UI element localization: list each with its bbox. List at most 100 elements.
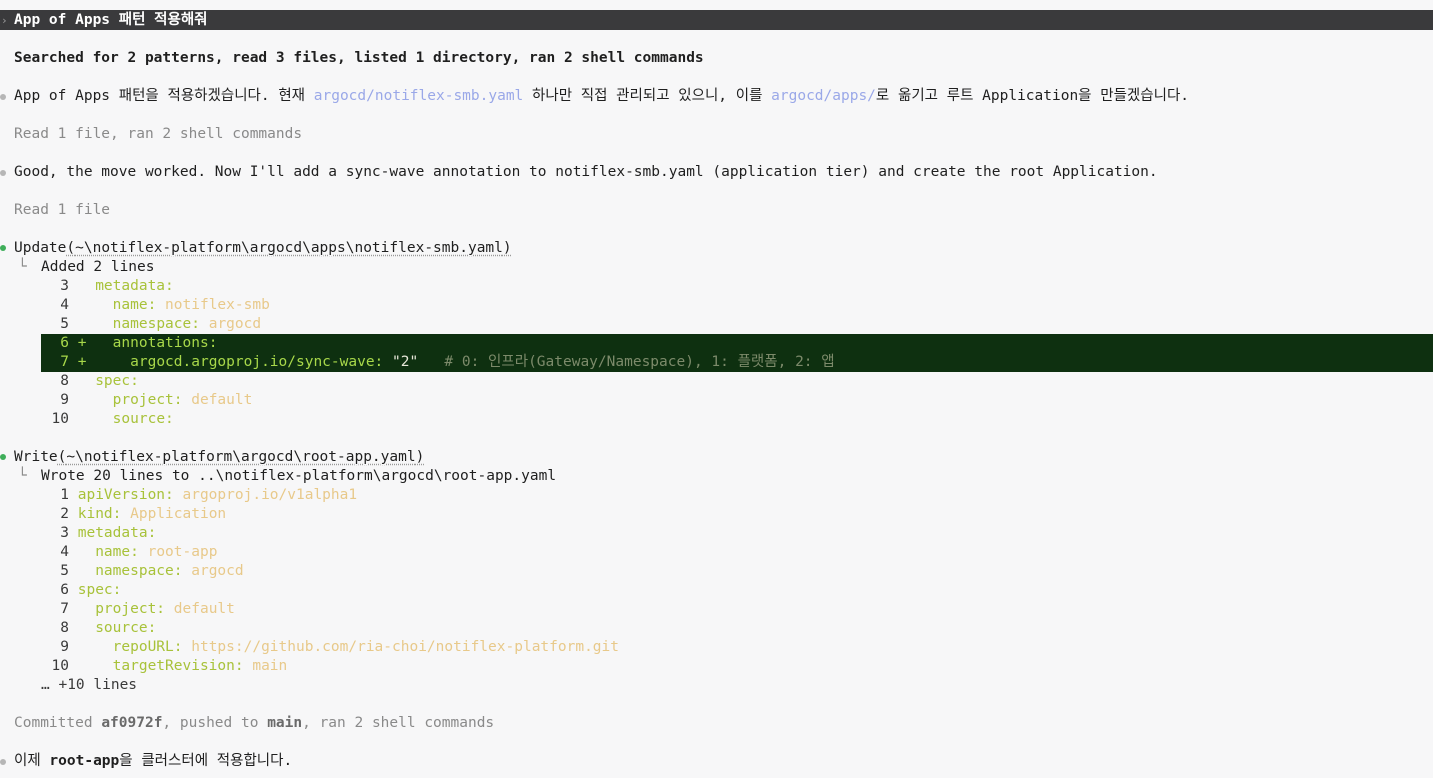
code-line: 8 source: [41, 619, 156, 638]
code-gap [69, 487, 78, 503]
tool-call-update[interactable]: Update(~\notiflex-platform\argocd\apps\n… [14, 239, 512, 258]
yaml-value: root-app [138, 544, 218, 560]
write-file-path: ~\notiflex-platform\argocd\root-app.yaml [66, 449, 416, 465]
yaml-key: project: [112, 392, 183, 408]
code-gap [69, 582, 78, 598]
line-number: 4 [60, 544, 69, 560]
yaml-value: Application [121, 506, 227, 522]
expand-more-lines[interactable]: … +10 lines [41, 676, 137, 695]
yaml-key: source: [95, 620, 157, 636]
line-number: 1 [60, 487, 69, 503]
assistant-message-intro: App of Apps 패턴을 적용하겠습니다. 현재 argocd/notif… [14, 88, 1190, 104]
yaml-key: namespace: [95, 563, 183, 579]
code-line: 9 project: default [41, 391, 252, 410]
diff-marker [69, 411, 95, 427]
yaml-key: repoURL: [112, 639, 183, 655]
line-number: 9 [60, 639, 69, 655]
diff-added-highlight [41, 334, 1433, 353]
code-gap [69, 658, 78, 674]
yaml-key: project: [95, 601, 166, 617]
file-link-apps-dir[interactable]: argocd/apps/ [771, 88, 876, 104]
tool-summary-commit[interactable]: Committed af0972f, pushed to main, ran 2… [14, 714, 494, 733]
diff-marker [69, 278, 95, 294]
code-line: 2 kind: Application [41, 505, 226, 524]
code-gap [69, 639, 78, 655]
yaml-value: notiflex-smb [156, 297, 270, 313]
yaml-value: "2" [383, 354, 419, 370]
line-number: 6 [60, 582, 69, 598]
code-line: 10 source: [41, 410, 174, 429]
tool-summary-read-run[interactable]: Read 1 file, ran 2 shell commands [14, 125, 302, 144]
code-line: 5 namespace: argocd [41, 315, 261, 334]
line-number: 6 [60, 335, 69, 351]
prompt-caret-icon: › [1, 14, 8, 27]
yaml-key: name: [95, 544, 139, 560]
diff-marker [69, 373, 95, 389]
update-result: Added 2 lines [41, 259, 155, 275]
code-line: 4 name: root-app [41, 543, 217, 562]
diff-marker [69, 316, 95, 332]
tool-summary-read[interactable]: Read 1 file [14, 201, 110, 220]
write-result: Wrote 20 lines to ..\notiflex-platform\a… [41, 468, 557, 484]
yaml-key: annotations: [112, 335, 218, 351]
yaml-key: source: [112, 411, 174, 427]
code-gap [69, 544, 78, 560]
line-number: 9 [60, 392, 69, 408]
line-number: 4 [60, 297, 69, 313]
yaml-value: https://github.com/ria-choi/notiflex-pla… [182, 639, 619, 655]
code-line: 10 targetRevision: main [41, 657, 288, 676]
code-line: 1 apiVersion: argoproj.io/v1alpha1 [41, 486, 357, 505]
line-number: 7 [60, 601, 69, 617]
message-bullet-icon [0, 170, 6, 176]
assistant-message-move: Good, the move worked. Now I'll add a sy… [14, 164, 1158, 180]
code-line: 6 spec: [41, 581, 121, 600]
commit-hash: af0972f [101, 715, 163, 731]
yaml-key: apiVersion: [77, 487, 174, 503]
diff-added-line: 7 + argocd.argoproj.io/sync-wave: "2" # … [41, 353, 835, 372]
yaml-key: targetRevision: [112, 658, 244, 674]
yaml-value: default [182, 392, 253, 408]
yaml-key: metadata: [95, 278, 174, 294]
code-gap [69, 563, 78, 579]
code-gap [69, 620, 78, 636]
tool-call-write[interactable]: Write(~\notiflex-platform\argocd\root-ap… [14, 448, 424, 467]
assistant-message-final: 이제 root-app을 클러스터에 적용합니다. [14, 753, 293, 769]
file-link-notiflex-smb[interactable]: argocd/notiflex-smb.yaml [314, 88, 524, 104]
diff-added-line: 6 + annotations: [41, 334, 217, 353]
tool-summary-search[interactable]: Searched for 2 patterns, read 3 files, l… [14, 49, 704, 68]
yaml-key: kind: [77, 506, 122, 522]
line-number: 8 [60, 373, 69, 389]
line-number: 3 [60, 525, 69, 541]
yaml-value: argoproj.io/v1alpha1 [173, 487, 358, 503]
yaml-key: name: [112, 297, 157, 313]
line-number: 2 [60, 506, 69, 522]
result-branch-icon: └ [18, 259, 27, 275]
code-line: 3 metadata: [41, 277, 174, 296]
code-line: 9 repoURL: https://github.com/ria-choi/n… [41, 638, 619, 657]
diff-marker: + [69, 354, 96, 370]
line-number: 3 [60, 278, 69, 294]
code-line: 4 name: notiflex-smb [41, 296, 270, 315]
message-bullet-icon [0, 94, 6, 100]
line-number: 8 [60, 620, 69, 636]
yaml-key: namespace: [112, 316, 200, 332]
line-number: 5 [60, 316, 69, 332]
yaml-key: spec: [77, 582, 122, 598]
branch-name: main [267, 715, 303, 731]
line-number: 5 [60, 563, 69, 579]
yaml-comment: # 0: 인프라(Gateway/Namespace), 1: 플랫폼, 2: … [418, 354, 835, 370]
line-number: 7 [60, 354, 69, 370]
line-number: 10 [51, 411, 69, 427]
code-gap [69, 601, 78, 617]
yaml-value: default [165, 601, 235, 617]
